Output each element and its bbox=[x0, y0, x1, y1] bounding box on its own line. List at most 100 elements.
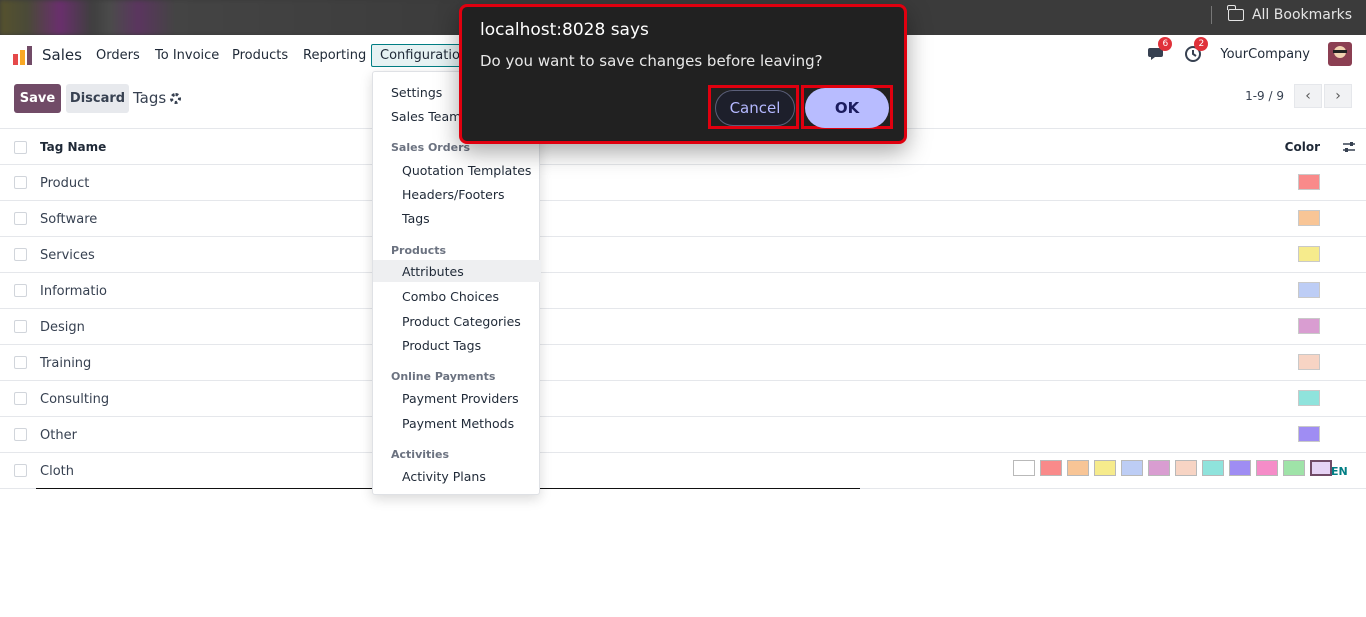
messages-badge: 6 bbox=[1158, 37, 1173, 51]
tag-name-cell[interactable]: Software bbox=[40, 212, 97, 227]
color-option[interactable] bbox=[1310, 460, 1332, 476]
bookmarks-bar[interactable]: All Bookmarks bbox=[1210, 5, 1352, 24]
menu-item-tags[interactable]: Tags bbox=[373, 207, 541, 229]
row-checkbox[interactable] bbox=[14, 392, 27, 405]
menu-products[interactable]: Products bbox=[232, 48, 288, 63]
menu-item-quotation-templates[interactable]: Quotation Templates bbox=[373, 159, 541, 181]
row-checkbox[interactable] bbox=[14, 428, 27, 441]
menu-item-label: Sales Teams bbox=[391, 109, 468, 124]
color-option[interactable] bbox=[1013, 460, 1035, 476]
pager-value[interactable]: 1-9 / 9 bbox=[1245, 89, 1284, 103]
menu-item-product-categories[interactable]: Product Categories bbox=[373, 310, 541, 332]
section-header-products: Products bbox=[391, 244, 447, 257]
pager-previous-button[interactable]: ‹ bbox=[1294, 84, 1322, 108]
tag-name-cell[interactable]: Other bbox=[40, 428, 77, 443]
menu-item-label: Headers/Footers bbox=[402, 187, 505, 202]
menu-item-label: Attributes bbox=[402, 264, 464, 279]
page-title-text: Tags bbox=[133, 89, 167, 107]
column-header-tag-name[interactable]: Tag Name bbox=[40, 140, 106, 154]
column-header-color[interactable]: Color bbox=[1285, 140, 1320, 154]
color-option[interactable] bbox=[1283, 460, 1305, 476]
table-row[interactable]: Other bbox=[0, 417, 1366, 453]
ok-button[interactable]: OK bbox=[805, 88, 889, 128]
pager-next-button[interactable]: › bbox=[1324, 84, 1352, 108]
row-checkbox[interactable] bbox=[14, 212, 27, 225]
color-option[interactable] bbox=[1148, 460, 1170, 476]
cancel-button[interactable]: Cancel bbox=[715, 90, 795, 126]
table-row[interactable]: Product bbox=[0, 165, 1366, 201]
sales-app-icon[interactable] bbox=[12, 46, 34, 66]
menu-item-headers-footers[interactable]: Headers/Footers bbox=[373, 183, 541, 205]
table-row[interactable]: Consulting bbox=[0, 381, 1366, 417]
company-switcher[interactable]: YourCompany bbox=[1220, 47, 1310, 62]
table-row[interactable]: Design bbox=[0, 309, 1366, 345]
menu-item-combo-choices[interactable]: Combo Choices bbox=[373, 285, 541, 307]
app-name[interactable]: Sales bbox=[42, 46, 82, 64]
menu-item-activity-plans[interactable]: Activity Plans bbox=[373, 465, 541, 487]
row-checkbox[interactable] bbox=[14, 176, 27, 189]
activities-button[interactable]: 2 bbox=[1184, 37, 1209, 63]
activities-badge: 2 bbox=[1194, 37, 1209, 51]
color-swatch[interactable] bbox=[1298, 174, 1320, 190]
menu-reporting[interactable]: Reporting bbox=[303, 48, 366, 63]
menu-item-payment-methods[interactable]: Payment Methods bbox=[373, 412, 541, 434]
tag-name-cell[interactable]: Services bbox=[40, 248, 95, 263]
row-checkbox[interactable] bbox=[14, 284, 27, 297]
menu-item-label: Quotation Templates bbox=[402, 163, 532, 178]
color-picker bbox=[1013, 460, 1332, 476]
row-checkbox[interactable] bbox=[14, 356, 27, 369]
tags-list-table: Tag Name Color Product Software Services In… bbox=[0, 128, 1366, 489]
tag-name-cell[interactable]: Training bbox=[40, 356, 91, 371]
bookmarks-separator bbox=[1210, 6, 1212, 24]
color-option[interactable] bbox=[1202, 460, 1224, 476]
color-option[interactable] bbox=[1256, 460, 1278, 476]
menu-item-label: Product Categories bbox=[402, 314, 521, 329]
menu-item-product-tags[interactable]: Product Tags bbox=[373, 334, 541, 356]
select-all-checkbox[interactable] bbox=[14, 141, 27, 154]
row-checkbox[interactable] bbox=[14, 248, 27, 261]
color-swatch[interactable] bbox=[1298, 426, 1320, 442]
table-row[interactable]: Training bbox=[0, 345, 1366, 381]
menu-orders[interactable]: Orders bbox=[96, 48, 140, 63]
save-button[interactable]: Save bbox=[14, 84, 61, 113]
optional-columns-icon[interactable] bbox=[1342, 141, 1356, 153]
menu-item-payment-providers[interactable]: Payment Providers bbox=[373, 387, 541, 409]
language-tag[interactable]: EN bbox=[1331, 465, 1348, 478]
tag-name-cell[interactable]: Informatio bbox=[40, 284, 107, 299]
color-swatch[interactable] bbox=[1298, 390, 1320, 406]
color-swatch[interactable] bbox=[1298, 282, 1320, 298]
menu-item-label: Settings bbox=[391, 85, 443, 100]
table-row[interactable]: Informatio bbox=[0, 273, 1366, 309]
systray: 6 2 YourCompany bbox=[1148, 37, 1352, 66]
tag-name-cell[interactable]: Design bbox=[40, 320, 85, 335]
color-swatch[interactable] bbox=[1298, 246, 1320, 262]
tag-name-cell[interactable]: Cloth bbox=[40, 464, 74, 479]
table-row[interactable]: Services bbox=[0, 237, 1366, 273]
color-swatch[interactable] bbox=[1298, 210, 1320, 226]
color-option[interactable] bbox=[1067, 460, 1089, 476]
menu-configuration[interactable]: Configuration bbox=[371, 44, 466, 67]
user-avatar[interactable] bbox=[1328, 42, 1352, 66]
color-option[interactable] bbox=[1040, 460, 1062, 476]
menu-item-label: Product Tags bbox=[402, 338, 482, 353]
color-option[interactable] bbox=[1175, 460, 1197, 476]
menu-item-label: Payment Methods bbox=[402, 416, 515, 431]
tag-name-cell[interactable]: Consulting bbox=[40, 392, 109, 407]
discard-button[interactable]: Discard bbox=[66, 84, 129, 113]
messages-button[interactable]: 6 bbox=[1148, 37, 1173, 63]
section-header-activities: Activities bbox=[391, 448, 450, 461]
color-swatch[interactable] bbox=[1298, 318, 1320, 334]
color-swatch[interactable] bbox=[1298, 354, 1320, 370]
menu-item-attributes[interactable]: Attributes bbox=[373, 260, 541, 282]
bookmarks-label[interactable]: All Bookmarks bbox=[1252, 7, 1352, 23]
row-checkbox[interactable] bbox=[14, 464, 27, 477]
tag-name-cell[interactable]: Product bbox=[40, 176, 89, 191]
table-row[interactable]: Software bbox=[0, 201, 1366, 237]
color-option[interactable] bbox=[1229, 460, 1251, 476]
gear-icon[interactable] bbox=[170, 92, 182, 104]
menu-item-label: Payment Providers bbox=[402, 391, 519, 406]
row-checkbox[interactable] bbox=[14, 320, 27, 333]
color-option[interactable] bbox=[1094, 460, 1116, 476]
menu-to-invoice[interactable]: To Invoice bbox=[155, 48, 219, 63]
color-option[interactable] bbox=[1121, 460, 1143, 476]
